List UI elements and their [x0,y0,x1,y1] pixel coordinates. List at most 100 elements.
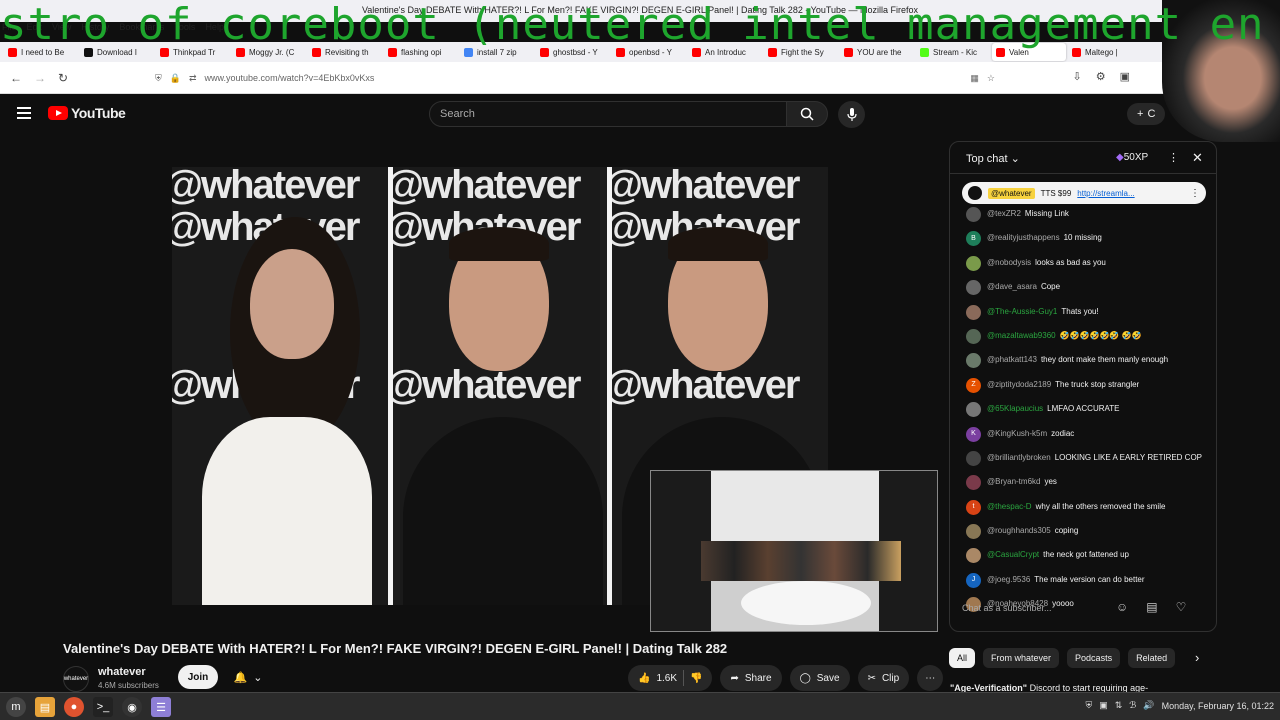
chat-username[interactable]: @65Klapaucius [987,404,1043,413]
clock[interactable]: Monday, February 16, 01:22 [1162,701,1274,711]
url-text[interactable]: www.youtube.com/watch?v=4EbKbx0vKxs [205,73,375,83]
share-button[interactable]: ➦ Share [720,665,782,691]
reload-icon[interactable]: ↻ [58,71,68,85]
channel-avatar[interactable]: whatever [63,666,89,692]
chat-username[interactable]: @texZR2 [987,209,1021,218]
browser-tab[interactable]: Fight the Sy [764,43,838,61]
browser-tab[interactable]: I need to Be [4,43,78,61]
menu-help[interactable]: Help [205,22,224,32]
text-editor-icon[interactable]: ☰ [151,697,171,717]
notifications-button[interactable]: 🔔 ⌄ [227,665,269,689]
chat-username[interactable]: @joeg.9536 [987,575,1030,584]
browser-tab[interactable]: Valen [992,43,1066,61]
thumbs-down-icon[interactable]: 👎 [690,673,702,684]
chat-username[interactable]: @thespac-D [987,502,1032,511]
tray-shield-icon[interactable]: ⛨ [1085,700,1092,711]
chat-username[interactable]: @mazaltawab9360 [987,331,1056,340]
tray-network-icon[interactable]: ⇅ [1115,700,1123,711]
chat-avatar[interactable] [966,402,981,418]
channel-name[interactable]: whatever [98,666,146,678]
chat-message[interactable]: @mazaltawab9360 🤣🤣🤣🤣🤣🤣 🤣🤣 [966,328,1211,344]
youtube-logo[interactable]: YouTube [48,105,126,121]
more-actions-button[interactable]: ⋯ [917,665,944,691]
start-menu-icon[interactable]: m [6,697,26,717]
browser-tab[interactable]: An Introduc [688,43,762,61]
chat-username[interactable]: @ziptitydoda2189 [987,380,1051,389]
menu-edit[interactable]: Edit [27,22,43,32]
chevron-right-icon[interactable]: › [1195,650,1199,665]
terminal-icon[interactable]: >_ [93,697,113,717]
emoji-icon[interactable]: ☺ [1116,600,1128,614]
chat-message[interactable]: @CasualCrypt the neck got fattened up [966,548,1211,564]
chat-avatar[interactable] [966,450,981,466]
chat-username[interactable]: @brilliantlybroken [987,453,1051,462]
clip-button[interactable]: ✂ Clip [857,665,910,691]
chat-username[interactable]: @realityjusthappens [987,233,1060,242]
obs-icon[interactable]: ◉ [122,697,142,717]
menu-view[interactable]: View [52,22,71,32]
chat-avatar[interactable]: t [966,499,981,515]
browser-tab[interactable]: Revisiting th [308,43,382,61]
file-manager-icon[interactable]: ▤ [35,697,55,717]
voice-search-button[interactable] [838,101,865,128]
create-button[interactable]: + C [1127,103,1166,125]
pinned-options-icon[interactable]: ⋮ [1190,188,1200,199]
chat-message[interactable]: @brilliantlybroken LOOKING LIKE A EARLY R… [966,450,1211,466]
tray-volume-icon[interactable]: 🔊 [1143,700,1154,711]
browser-tab[interactable]: install 7 zip [460,43,534,61]
chat-avatar[interactable] [966,207,981,222]
chat-input[interactable]: Chat as a subscriber... [962,603,1102,613]
chat-avatar[interactable] [966,475,981,491]
chat-message[interactable]: @roughhands305 coping [966,524,1211,540]
chat-message[interactable]: @dave_asara Cope [966,280,1211,296]
download-icon[interactable]: ⇩ [1073,70,1082,83]
chat-mode-selector[interactable]: Top chat ⌄ [966,152,1020,165]
menu-tools[interactable]: Tools [174,22,195,32]
chat-message[interactable]: B @realityjusthappens 10 missing [966,231,1211,247]
search-button[interactable] [786,101,828,127]
menu-icon[interactable] [17,107,31,122]
chat-message[interactable]: @Bryan-tm6kd yes [966,475,1211,491]
chat-message[interactable]: @texZR2 Missing Link [966,207,1211,222]
tray-update-icon[interactable]: ▣ [1099,700,1108,711]
browser-tab[interactable]: Stream - Kic [916,43,990,61]
search-input[interactable]: Search [429,101,787,127]
like-dislike-button[interactable]: 👍 1.6K 👎 [628,665,713,691]
chat-message[interactable]: J @joeg.9536 The male version can do bette… [966,572,1211,588]
chat-avatar[interactable]: B [966,231,981,247]
chat-username[interactable]: @CasualCrypt [987,550,1039,559]
browser-tab[interactable]: YOU are the [840,43,914,61]
firefox-icon[interactable]: ● [64,697,84,717]
chat-message[interactable]: @phatkatt143 they dont make them manly en… [966,353,1211,369]
thumbs-up-icon[interactable]: 👍 [638,673,650,684]
browser-tab[interactable]: openbsd - Y [612,43,686,61]
chat-avatar[interactable]: Z [966,377,981,393]
chat-username[interactable]: @KingKush-k5m [987,429,1047,438]
chat-avatar[interactable]: K [966,426,981,442]
chat-avatar[interactable]: J [966,572,981,588]
back-icon[interactable]: ← [10,71,22,85]
chat-username[interactable]: @Bryan-tm6kd [987,477,1040,486]
chat-avatar[interactable] [966,255,981,271]
forward-icon[interactable]: → [34,71,46,85]
chat-message[interactable]: K @KingKush-k5m zodiac [966,426,1211,442]
filter-chip[interactable]: All [949,648,976,668]
chat-message[interactable]: Z @ziptitydoda2189 The truck stop strangle… [966,377,1211,393]
bookmark-star-icon[interactable]: ☆ [987,73,995,84]
super-chat-icon[interactable]: ▤ [1146,600,1157,614]
xp-badge[interactable]: ◆50XP [1116,152,1148,163]
chat-username[interactable]: @The-Aussie-Guy1 [987,307,1057,316]
chat-message[interactable]: @The-Aussie-Guy1 Thats you! [966,304,1211,320]
browser-tab[interactable]: flashing opi [384,43,458,61]
url-bar[interactable]: ⛨ 🔒 ⇄ www.youtube.com/watch?v=4EbKbx0vKx… [155,67,995,89]
filter-chip[interactable]: Podcasts [1067,648,1121,668]
chat-message[interactable]: @nobodysis looks as bad as you [966,255,1211,271]
chat-message[interactable]: t @thespac-D why all the others removed th… [966,499,1211,515]
chat-username[interactable]: @roughhands305 [987,526,1051,535]
browser-tab[interactable]: Thinkpad Tr [156,43,230,61]
filter-chip[interactable]: Related [1128,648,1176,668]
browser-tab[interactable]: ghostbsd - Y [536,43,610,61]
account-icon[interactable]: ⚙ [1096,70,1106,83]
menu-file[interactable]: File [2,22,17,32]
chat-avatar[interactable] [966,548,981,564]
